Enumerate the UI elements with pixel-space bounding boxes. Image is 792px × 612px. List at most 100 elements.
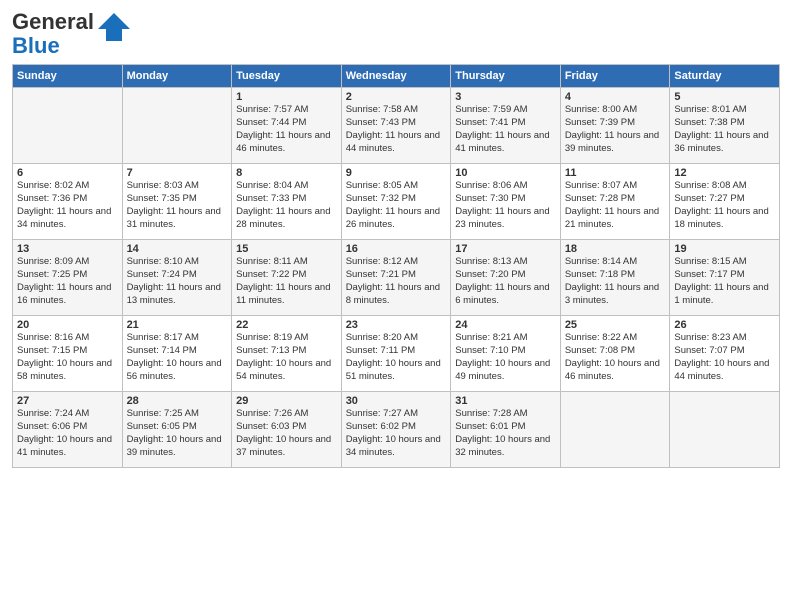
daylight-text: Daylight: 11 hours and 1 minute. [674, 282, 768, 306]
sunrise-text: Sunrise: 7:59 AM [455, 104, 527, 115]
day-info: Sunrise: 8:10 AMSunset: 7:24 PMDaylight:… [127, 256, 228, 307]
day-cell: 29Sunrise: 7:26 AMSunset: 6:03 PMDayligh… [232, 392, 342, 468]
sunrise-text: Sunrise: 7:26 AM [236, 408, 308, 419]
header-row: SundayMondayTuesdayWednesdayThursdayFrid… [13, 65, 780, 88]
day-info: Sunrise: 7:59 AMSunset: 7:41 PMDaylight:… [455, 104, 556, 155]
day-cell [560, 392, 670, 468]
sunset-text: Sunset: 7:08 PM [565, 345, 635, 356]
sunrise-text: Sunrise: 8:03 AM [127, 180, 199, 191]
day-number: 24 [455, 319, 556, 331]
daylight-text: Daylight: 10 hours and 32 minutes. [455, 434, 550, 458]
day-cell: 20Sunrise: 8:16 AMSunset: 7:15 PMDayligh… [13, 316, 123, 392]
day-number: 19 [674, 243, 775, 255]
day-info: Sunrise: 8:08 AM Sunset: 7:27 PM Daylight:… [674, 180, 775, 231]
sunset-text: Sunset: 7:27 PM [674, 193, 744, 204]
sunrise-text: Sunrise: 8:08 AM [674, 180, 746, 191]
sunset-text: Sunset: 6:03 PM [236, 421, 306, 432]
day-cell: 10Sunrise: 8:06 AMSunset: 7:30 PMDayligh… [451, 164, 561, 240]
daylight-text: Daylight: 11 hours and 41 minutes. [455, 130, 549, 154]
logo-general: General [12, 9, 94, 34]
day-info: Sunrise: 7:58 AMSunset: 7:43 PMDaylight:… [346, 104, 447, 155]
day-cell: 22Sunrise: 8:19 AMSunset: 7:13 PMDayligh… [232, 316, 342, 392]
day-number: 22 [236, 319, 337, 331]
sunrise-text: Sunrise: 8:19 AM [236, 332, 308, 343]
sunrise-text: Sunrise: 8:05 AM [346, 180, 418, 191]
day-cell: 27Sunrise: 7:24 AMSunset: 6:06 PMDayligh… [13, 392, 123, 468]
day-cell: 24Sunrise: 8:21 AMSunset: 7:10 PMDayligh… [451, 316, 561, 392]
daylight-text: Daylight: 11 hours and 44 minutes. [346, 130, 440, 154]
day-cell: 15Sunrise: 8:11 AMSunset: 7:22 PMDayligh… [232, 240, 342, 316]
sunset-text: Sunset: 7:28 PM [565, 193, 635, 204]
daylight-text: Daylight: 11 hours and 34 minutes. [17, 206, 111, 230]
daylight-text: Daylight: 11 hours and 21 minutes. [565, 206, 659, 230]
sunset-text: Sunset: 7:39 PM [565, 117, 635, 128]
day-info: Sunrise: 8:00 AMSunset: 7:39 PMDaylight:… [565, 104, 666, 155]
day-cell: 28Sunrise: 7:25 AMSunset: 6:05 PMDayligh… [122, 392, 232, 468]
sunrise-text: Sunrise: 8:07 AM [565, 180, 637, 191]
daylight-text: Daylight: 11 hours and 11 minutes. [236, 282, 330, 306]
day-cell: 4Sunrise: 8:00 AMSunset: 7:39 PMDaylight… [560, 88, 670, 164]
daylight-text: Daylight: 10 hours and 44 minutes. [674, 358, 769, 382]
day-number: 6 [17, 167, 118, 179]
daylight-text: Daylight: 11 hours and 46 minutes. [236, 130, 330, 154]
sunset-text: Sunset: 7:07 PM [674, 345, 744, 356]
daylight-text: Daylight: 10 hours and 41 minutes. [17, 434, 112, 458]
day-cell: 19Sunrise: 8:15 AM Sunset: 7:17 PM Dayligh… [670, 240, 780, 316]
logo-text: General Blue [12, 10, 94, 58]
day-info: Sunrise: 8:06 AMSunset: 7:30 PMDaylight:… [455, 180, 556, 231]
day-info: Sunrise: 8:07 AM Sunset: 7:28 PM Daylight:… [565, 180, 666, 231]
day-info: Sunrise: 7:28 AMSunset: 6:01 PMDaylight:… [455, 408, 556, 459]
header-cell-friday: Friday [560, 65, 670, 88]
header-cell-thursday: Thursday [451, 65, 561, 88]
day-cell: 12Sunrise: 8:08 AM Sunset: 7:27 PM Dayligh… [670, 164, 780, 240]
sunset-text: Sunset: 7:36 PM [17, 193, 87, 204]
day-number: 7 [127, 167, 228, 179]
day-info: Sunrise: 8:19 AMSunset: 7:13 PMDaylight:… [236, 332, 337, 383]
week-row-3: 13Sunrise: 8:09 AMSunset: 7:25 PMDayligh… [13, 240, 780, 316]
daylight-text: Daylight: 11 hours and 39 minutes. [565, 130, 659, 154]
day-number: 28 [127, 395, 228, 407]
calendar-body: 1Sunrise: 7:57 AMSunset: 7:44 PMDaylight… [13, 88, 780, 468]
sunset-text: Sunset: 7:11 PM [346, 345, 416, 356]
daylight-text: Daylight: 10 hours and 37 minutes. [236, 434, 331, 458]
day-info: Sunrise: 8:17 AMSunset: 7:14 PMDaylight:… [127, 332, 228, 383]
day-number: 17 [455, 243, 556, 255]
sunset-text: Sunset: 6:02 PM [346, 421, 416, 432]
day-number: 12 [674, 167, 775, 179]
sunrise-text: Sunrise: 8:17 AM [127, 332, 199, 343]
day-info: Sunrise: 8:23 AM Sunset: 7:07 PM Daylight:… [674, 332, 775, 383]
daylight-text: Daylight: 11 hours and 18 minutes. [674, 206, 768, 230]
sunset-text: Sunset: 7:24 PM [127, 269, 197, 280]
daylight-text: Daylight: 11 hours and 13 minutes. [127, 282, 221, 306]
sunrise-text: Sunrise: 8:23 AM [674, 332, 746, 343]
daylight-text: Daylight: 10 hours and 34 minutes. [346, 434, 441, 458]
sunset-text: Sunset: 7:17 PM [674, 269, 744, 280]
sunset-text: Sunset: 7:10 PM [455, 345, 525, 356]
day-info: Sunrise: 8:05 AMSunset: 7:32 PMDaylight:… [346, 180, 447, 231]
day-number: 25 [565, 319, 666, 331]
day-info: Sunrise: 8:16 AMSunset: 7:15 PMDaylight:… [17, 332, 118, 383]
day-info: Sunrise: 7:57 AMSunset: 7:44 PMDaylight:… [236, 104, 337, 155]
day-cell: 14Sunrise: 8:10 AMSunset: 7:24 PMDayligh… [122, 240, 232, 316]
daylight-text: Daylight: 10 hours and 49 minutes. [455, 358, 550, 382]
sunrise-text: Sunrise: 8:15 AM [674, 256, 746, 267]
header-cell-monday: Monday [122, 65, 232, 88]
sunset-text: Sunset: 7:20 PM [455, 269, 525, 280]
day-number: 26 [674, 319, 775, 331]
day-cell [122, 88, 232, 164]
day-cell: 23Sunrise: 8:20 AMSunset: 7:11 PMDayligh… [341, 316, 451, 392]
day-cell: 1Sunrise: 7:57 AMSunset: 7:44 PMDaylight… [232, 88, 342, 164]
day-cell: 11Sunrise: 8:07 AMSunset: 7:28 PMDayligh… [560, 164, 670, 240]
logo-blue: Blue [12, 33, 60, 58]
header: General Blue [12, 10, 780, 58]
sunrise-text: Sunrise: 8:16 AM [17, 332, 89, 343]
day-cell: 16Sunrise: 8:12 AMSunset: 7:21 PMDayligh… [341, 240, 451, 316]
day-number: 18 [565, 243, 666, 255]
day-info: Sunrise: 8:12 AMSunset: 7:21 PMDaylight:… [346, 256, 447, 307]
day-number: 30 [346, 395, 447, 407]
sunrise-text: Sunrise: 8:11 AM [236, 256, 308, 267]
week-row-5: 27Sunrise: 7:24 AMSunset: 6:06 PMDayligh… [13, 392, 780, 468]
day-cell [13, 88, 123, 164]
day-number: 8 [236, 167, 337, 179]
day-cell: 7Sunrise: 8:03 AMSunset: 7:35 PMDaylight… [122, 164, 232, 240]
